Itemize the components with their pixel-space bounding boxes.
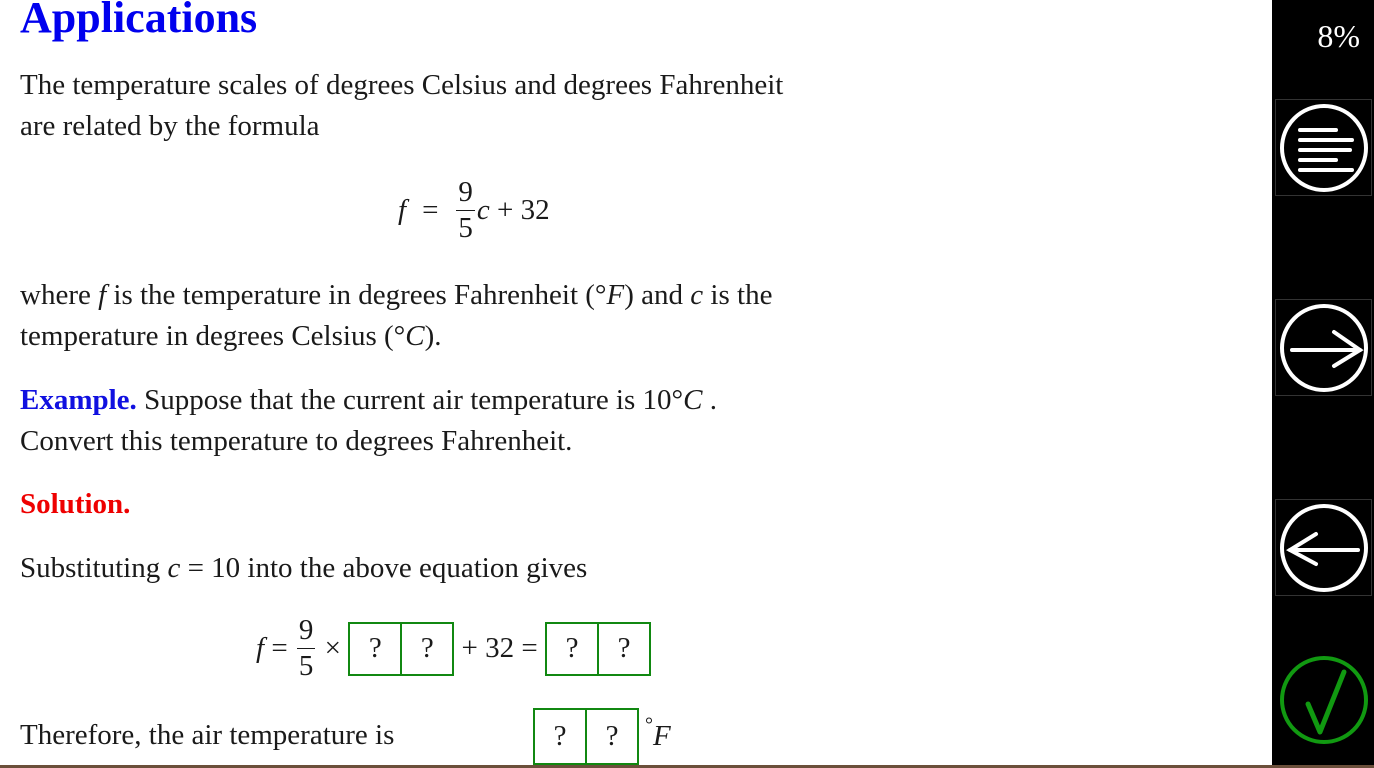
answer-box-1b[interactable]: ? (400, 621, 455, 676)
check-answer-button[interactable] (1275, 651, 1372, 748)
intro-line-1: The temperature scales of degrees Celsiu… (20, 69, 784, 101)
answer-text: Therefore, the air temperature is (20, 719, 395, 751)
answer-box-2a[interactable]: ? (545, 621, 599, 676)
formula-rest: + 32 (489, 194, 550, 226)
formula-lhs: f (398, 194, 407, 226)
menu-lines-icon (1279, 103, 1368, 192)
calc-equals: = (264, 632, 295, 664)
arrow-left-icon (1279, 503, 1368, 592)
intro-line-2: are related by the formula (20, 110, 320, 142)
solution-label: Solution. (20, 488, 131, 520)
previous-button[interactable] (1275, 499, 1372, 596)
contents-button[interactable] (1275, 99, 1372, 196)
formula-fraction: 9 5 (456, 178, 475, 243)
calc-fraction: 9 5 (296, 616, 316, 682)
unit-F: F (653, 720, 671, 752)
lesson-page: Applications The temperature scales of d… (0, 0, 1272, 766)
next-button[interactable] (1275, 299, 1372, 396)
final-answer-box-a[interactable]: ? (533, 708, 587, 765)
page-title: Applications (20, 0, 258, 42)
final-answer-box-b[interactable]: ? (585, 708, 639, 765)
answer-box-1a[interactable]: ? (348, 621, 403, 676)
times-sign: × (317, 632, 349, 664)
example-line-2: Convert this temperature to degrees Fahr… (20, 425, 573, 457)
where-line-1: where f is the temperature in degrees Fa… (20, 279, 773, 311)
formula: f = 9 5 c + 32 (398, 178, 550, 243)
formula-equals: = (422, 194, 439, 226)
plus-32-equals: + 32 = (454, 632, 545, 664)
answer-row: ?? ° F (533, 708, 671, 765)
fraction-denominator: 5 (458, 212, 473, 244)
arrow-right-icon (1279, 303, 1368, 392)
navigation-sidebar: 8% (1272, 0, 1374, 765)
answer-box-2b[interactable]: ? (597, 621, 651, 676)
formula-var-c: c (476, 194, 490, 226)
substitution-line: Substituting c = 10 into the above equat… (20, 552, 588, 584)
progress-percent: 8% (1317, 18, 1360, 54)
calc-lhs: f (256, 632, 265, 664)
example-line-1: Example. Suppose that the current air te… (20, 384, 717, 416)
calculation: f = 9 5 × ?? + 32 = ?? (256, 616, 651, 681)
fraction-numerator: 9 (296, 616, 316, 649)
checkmark-icon (1279, 655, 1368, 744)
fraction-numerator: 9 (456, 178, 475, 211)
degree-sign: ° (645, 714, 653, 736)
example-label: Example. (20, 384, 137, 416)
where-line-2: temperature in degrees Celsius (°C). (20, 320, 442, 352)
fraction-denominator: 5 (298, 650, 314, 682)
